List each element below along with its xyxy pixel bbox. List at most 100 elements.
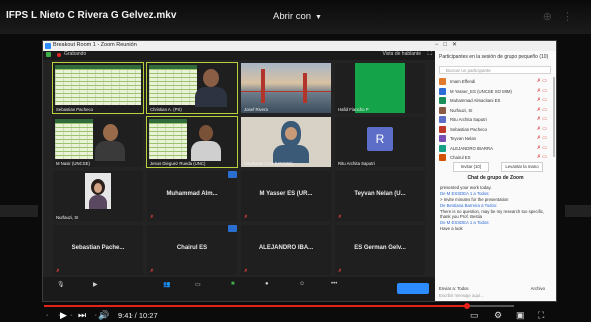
spreadsheet-share <box>149 119 187 159</box>
miniplayer-icon[interactable]: ▣ <box>516 310 525 321</box>
progress-bar[interactable] <box>44 303 514 309</box>
search-input[interactable]: Buscar un participante <box>439 66 551 74</box>
gear-icon[interactable]: ⚙ <box>494 310 502 321</box>
video-tile[interactable]: Christian A. (PS) <box>146 62 238 114</box>
avatar <box>439 154 446 161</box>
video-icon[interactable] <box>228 225 237 232</box>
chat-icon[interactable]: ▭ <box>195 281 201 288</box>
add-icon[interactable]: ⊕ <box>543 11 562 23</box>
record-button-icon[interactable]: ● <box>265 281 269 287</box>
chat-footer: Enviar a: Todos Archivo Escribir mensaje… <box>439 286 551 298</box>
shield-icon[interactable] <box>46 52 51 57</box>
participant-body <box>95 141 125 161</box>
avatar <box>439 106 446 114</box>
tile-name: Josef Rivera <box>244 107 268 112</box>
view-toggle[interactable]: Vista de hablante <box>382 51 421 57</box>
avatar: R <box>367 127 393 151</box>
participant-list: Imam Effendi ✗ ▭ M Yasser_ES (UNCSE SO MI… <box>439 77 553 163</box>
play-icon[interactable]: ▶ <box>60 310 67 321</box>
volume-icon[interactable]: 🔊 <box>98 310 109 321</box>
avatar <box>439 144 446 152</box>
muted-mic-icon: ✗ <box>150 214 154 219</box>
participant-name: Teyvan Nelan (U... <box>354 191 406 197</box>
chat-message: presented your work today. <box>440 185 492 190</box>
participants-panel: Participantes en la sesión de grupo pequ… <box>435 51 556 301</box>
list-item[interactable]: M Yasser_ES (UNCSE SO MIM) ✗ ▭ <box>439 87 553 97</box>
video-tile[interactable]: Nurfauzi, SI <box>53 171 143 221</box>
chat-input[interactable]: Escribir mensaje aquí... <box>439 293 551 298</box>
list-item[interactable]: Muhammad Almacitani ES ✗ ▭ <box>439 96 553 106</box>
participant-face <box>103 124 118 141</box>
list-item[interactable]: Ritu Archita Saputri ✗ ▭ <box>439 115 553 125</box>
tile-name: Stephanie Cruz (UNCSE) <box>244 161 293 166</box>
video-tile[interactable]: R Ritu Archita Saputri <box>335 117 425 167</box>
list-item[interactable]: ALEJANDRO IBARRA ✗ ▭ <box>439 144 553 154</box>
video-tile[interactable]: Stephanie Cruz (UNCSE) <box>241 117 331 167</box>
scrollbar[interactable] <box>553 77 555 157</box>
avatar <box>439 116 446 123</box>
video-camera-icon[interactable]: ▶ <box>93 281 98 288</box>
video-tile[interactable]: Jesus Dieguez Rueda (UNC) <box>146 116 238 168</box>
tile-name: Hafid Fiancho P <box>338 107 369 112</box>
more-icon[interactable]: ••• <box>331 281 337 287</box>
reactions-icon[interactable]: ☺ <box>299 281 305 287</box>
video-tile[interactable]: M Nasir (UNCSE) <box>53 117 143 167</box>
zoom-window-title: Breakout Room 1 - Zoom Reunión <box>53 42 137 48</box>
participant-name: Chairul ES <box>176 245 208 251</box>
progress-handle[interactable] <box>464 303 470 309</box>
more-icon[interactable]: ⋮ <box>562 11 583 23</box>
video-tile[interactable]: ES German Gelv... ✗ <box>335 225 425 275</box>
participant-name: Imam Effendi <box>450 79 476 84</box>
video-tile[interactable]: Hafid Fiancho P <box>335 63 425 113</box>
participant-body <box>195 87 227 107</box>
raise-hand-button[interactable]: Levantar la mano <box>501 162 543 172</box>
video-icon[interactable] <box>228 171 237 178</box>
progress-fill <box>44 305 467 307</box>
muted-mic-icon: ✗ ▭ <box>536 116 547 122</box>
zoom-control-bar: 🎙 ▶ 👥 ▭ ■ ● ☺ ••• <box>43 277 435 301</box>
avatar <box>439 135 446 142</box>
fullscreen-icon[interactable]: ⛶ <box>538 310 544 321</box>
participant-name: Muhammad Alm... <box>166 191 218 197</box>
participant-name: M Yasser ES (UR... <box>259 191 313 197</box>
video-tile[interactable]: M Yasser ES (UR... ✗ <box>241 171 331 221</box>
player-top-bar: IFPS L Nieto C Rivera G Gelvez.mkv Abrir… <box>0 0 591 34</box>
invite-button[interactable]: Invitar (10) <box>453 162 489 172</box>
spreadsheet-share <box>55 119 93 159</box>
window-controls[interactable]: −□✕ <box>435 41 462 48</box>
participant-name: M Yasser_ES (UNCSE SO MIM) <box>450 88 512 94</box>
participants-icon[interactable]: 👥 <box>163 281 170 288</box>
video-grid: Sebastian Pacheco Christian A. (PS) Jose… <box>52 62 431 275</box>
video-tile[interactable]: Josef Rivera <box>241 63 331 113</box>
zoom-window: Breakout Room 1 - Zoom Reunión −□✕ Graba… <box>42 40 557 302</box>
mic-icon[interactable]: 🎙 <box>57 281 65 288</box>
muted-mic-icon: ✗ ▭ <box>536 144 547 151</box>
avatar <box>439 87 446 95</box>
video-tile[interactable]: Chairul ES ✗ <box>147 225 237 275</box>
fullscreen-icon[interactable]: ⛶ <box>428 51 432 58</box>
send-to-selector[interactable]: Enviar a: Todos <box>439 286 469 291</box>
list-item[interactable]: Teyvan Nelan ✗ ▭ <box>439 134 553 144</box>
participant-name: Chairul ES <box>450 155 471 160</box>
open-with-button[interactable]: Abrir con ▼ <box>273 11 322 22</box>
muted-mic-icon: ✗ <box>244 214 248 219</box>
green-screen <box>355 63 405 113</box>
share-screen-icon[interactable]: ■ <box>231 281 235 287</box>
video-tile[interactable]: Sebastian Pacheco <box>52 62 144 114</box>
muted-mic-icon: ✗ <box>338 268 342 273</box>
panel-buttons: Invitar (10) Levantar la mano <box>439 162 551 172</box>
participant-name: ES German Gelv... <box>354 245 406 251</box>
list-item[interactable]: Imam Effendi ✗ ▭ <box>439 77 553 87</box>
video-tile[interactable]: Sebastian Pache... ✗ <box>53 225 143 275</box>
panel-title: Participantes en la sesión de grupo pequ… <box>439 54 549 60</box>
avatar <box>439 125 446 133</box>
leave-button[interactable] <box>397 283 429 294</box>
list-item[interactable]: Sebastian Pacheco ✗ ▭ <box>439 125 553 135</box>
video-tile[interactable]: Teyvan Nelan (U... ✗ <box>335 171 425 221</box>
list-item[interactable]: Nurfauzi, SI ✗ ▭ <box>439 106 553 116</box>
video-tile[interactable]: ALEJANDRO IBA... ✗ <box>241 225 331 275</box>
file-button[interactable]: Archivo <box>531 286 545 291</box>
skip-next-icon[interactable]: ⏭ <box>78 310 86 321</box>
captions-icon[interactable]: ▭ <box>470 310 479 321</box>
video-tile[interactable]: Muhammad Alm... ✗ <box>147 171 237 221</box>
